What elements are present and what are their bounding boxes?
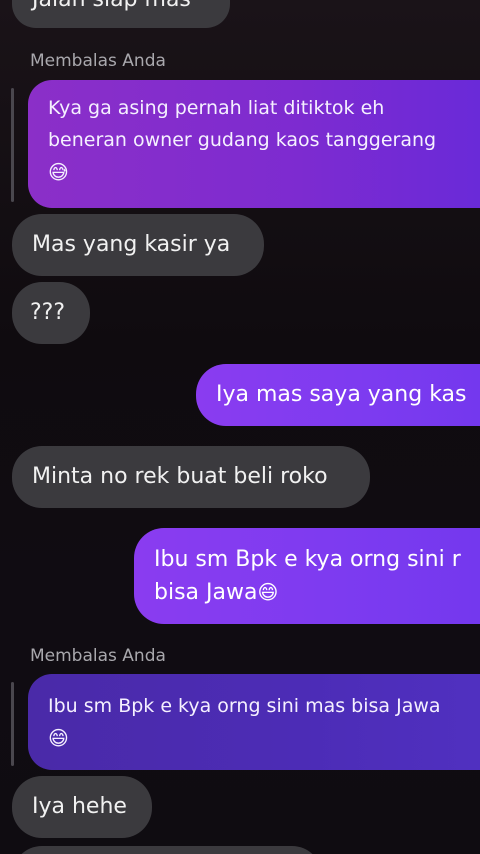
received-message[interactable]: Iya hehe: [12, 776, 152, 838]
received-message[interactable]: ???: [12, 282, 90, 344]
quoted-message[interactable]: Kya ga asing pernah liat ditiktok eh ben…: [28, 80, 480, 208]
message-text: Iya hehe: [32, 794, 127, 819]
message-text: Minta no rek buat beli roko: [32, 464, 328, 489]
message-text: Mas yang kasir ya: [32, 232, 231, 257]
received-message[interactable]: Minta no rek buat beli roko: [12, 446, 370, 508]
received-message[interactable]: Jalan siap mas: [12, 0, 230, 28]
reply-indicator-bar: [11, 88, 14, 202]
message-text: ???: [30, 300, 66, 325]
sweat-smile-emoji-icon: 😅: [48, 160, 69, 184]
sent-message[interactable]: Iya mas saya yang kas: [196, 364, 480, 426]
reply-indicator-bar: [11, 682, 14, 766]
message-text: Iya mas saya yang kas: [216, 382, 467, 407]
received-message[interactable]: Mas yang kasir ya: [12, 214, 264, 276]
reply-label: Membalas Anda: [30, 51, 166, 71]
quoted-message[interactable]: Ibu sm Bpk e kya orng sini mas bisa Jawa…: [28, 674, 480, 770]
quoted-line: Ibu sm Bpk e kya orng sini mas bisa Jawa: [48, 695, 441, 717]
sent-message[interactable]: Ibu sm Bpk e kya orng sini r bisa Jawa😄: [134, 528, 480, 624]
received-message[interactable]: [12, 846, 322, 854]
reply-label: Membalas Anda: [30, 646, 166, 666]
chat-thread: Jalan siap mas Membalas Anda Kya ga asin…: [0, 0, 480, 854]
grin-emoji-icon: 😄: [257, 580, 279, 604]
message-line: Ibu sm Bpk e kya orng sini r: [154, 547, 461, 572]
quoted-line: Kya ga asing pernah liat ditiktok eh: [48, 97, 385, 119]
message-line: bisa Jawa: [154, 580, 258, 605]
quoted-line: beneran owner gudang kaos tanggerang: [48, 129, 437, 151]
message-text: Jalan siap mas: [32, 0, 191, 12]
grin-emoji-icon: 😄: [48, 726, 69, 750]
